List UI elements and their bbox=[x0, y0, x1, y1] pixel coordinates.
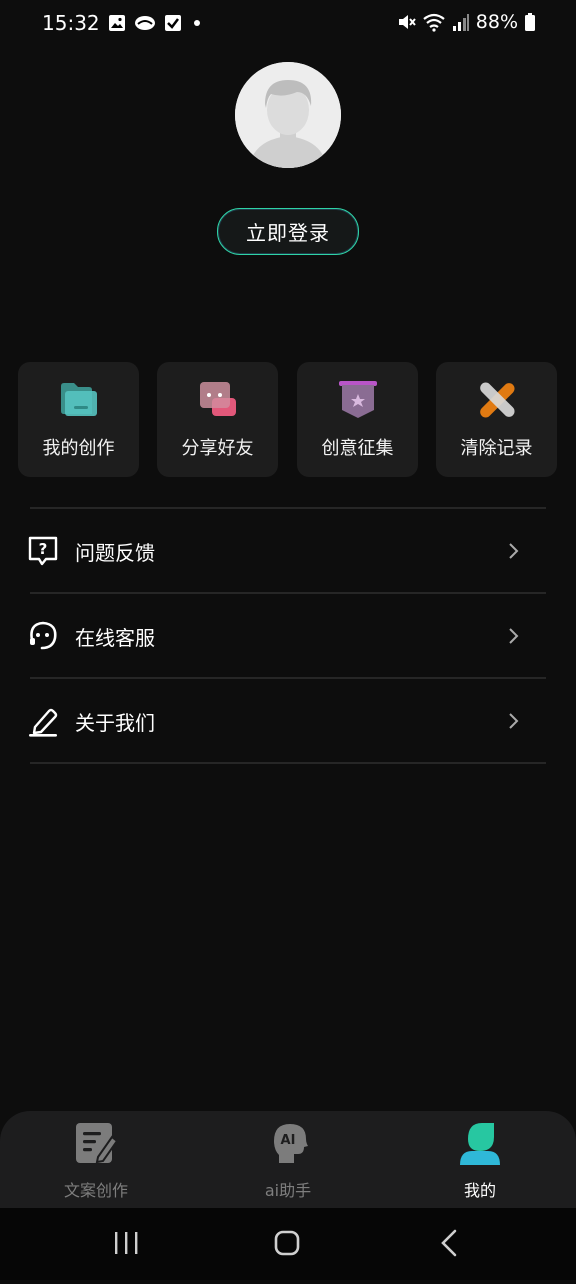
feedback-icon: ? bbox=[28, 536, 58, 566]
eraser-icon bbox=[480, 382, 515, 418]
chat-bubble-icon bbox=[200, 382, 236, 416]
recents-icon bbox=[115, 1232, 138, 1254]
customer-service-icon bbox=[30, 621, 57, 650]
quick-action-label: 清除记录 bbox=[460, 438, 533, 459]
default-avatar-icon bbox=[235, 62, 341, 168]
pen-icon bbox=[29, 708, 58, 737]
system-nav-bar bbox=[0, 1208, 576, 1280]
settings-menu: ? 问题反馈 在线客服 关于我们 bbox=[28, 507, 546, 764]
checkbox-icon bbox=[164, 15, 181, 31]
divider bbox=[30, 762, 546, 764]
quick-action-label: 创意征集 bbox=[321, 438, 394, 459]
user-icon bbox=[460, 1123, 500, 1165]
back-button[interactable] bbox=[400, 1208, 500, 1280]
tab-label: 文案创作 bbox=[63, 1181, 128, 1200]
svg-text:?: ? bbox=[39, 540, 48, 558]
status-time: 15:32 bbox=[42, 11, 100, 35]
bottom-tab-bar: 文案创作 AI ai助手 我的 bbox=[0, 1111, 576, 1208]
tab-label: ai助手 bbox=[264, 1181, 312, 1200]
dot-icon bbox=[193, 20, 200, 26]
status-bar: 15:32 88% bbox=[0, 0, 576, 46]
write-icon bbox=[76, 1123, 118, 1164]
svg-text:AI: AI bbox=[281, 1133, 296, 1148]
battery-percent: 88% bbox=[475, 11, 518, 33]
quick-action-ideas[interactable]: 创意征集 bbox=[297, 362, 418, 477]
chevron-right-icon bbox=[509, 543, 519, 559]
back-icon bbox=[441, 1229, 457, 1257]
tab-mine[interactable]: 我的 bbox=[384, 1111, 576, 1208]
quick-actions: 我的创作 分享好友 创意征集 清除记录 bbox=[18, 362, 558, 477]
menu-item-customer-service[interactable]: 在线客服 bbox=[30, 594, 546, 677]
quick-action-my-works[interactable]: 我的创作 bbox=[18, 362, 139, 477]
wifi-icon bbox=[423, 13, 445, 32]
quick-action-label: 分享好友 bbox=[181, 438, 254, 459]
login-button[interactable]: 立即登录 bbox=[217, 208, 359, 255]
menu-item-label: 关于我们 bbox=[75, 711, 155, 735]
avatar[interactable] bbox=[235, 62, 341, 168]
chevron-right-icon bbox=[509, 713, 519, 729]
home-button[interactable] bbox=[238, 1208, 338, 1280]
battery-icon bbox=[525, 13, 535, 31]
tab-ai-assistant[interactable]: AI ai助手 bbox=[192, 1111, 384, 1208]
ai-head-icon: AI bbox=[274, 1124, 308, 1163]
folder-icon bbox=[61, 383, 97, 416]
home-icon bbox=[274, 1230, 300, 1256]
menu-item-label: 问题反馈 bbox=[75, 541, 155, 565]
image-icon bbox=[108, 15, 125, 31]
menu-item-about[interactable]: 关于我们 bbox=[29, 679, 546, 762]
cloud-icon bbox=[134, 16, 155, 30]
menu-item-label: 在线客服 bbox=[75, 626, 155, 650]
signal-icon bbox=[452, 14, 469, 31]
quick-action-clear[interactable]: 清除记录 bbox=[436, 362, 557, 477]
chevron-right-icon bbox=[509, 628, 519, 644]
recents-button[interactable] bbox=[76, 1208, 176, 1280]
quick-action-share[interactable]: 分享好友 bbox=[157, 362, 278, 477]
tab-label: 我的 bbox=[463, 1181, 496, 1200]
quick-action-label: 我的创作 bbox=[42, 438, 115, 459]
login-button-label: 立即登录 bbox=[246, 221, 330, 245]
mute-icon bbox=[398, 15, 416, 29]
tab-write[interactable]: 文案创作 bbox=[0, 1111, 192, 1208]
ribbon-badge-icon bbox=[339, 381, 377, 418]
menu-item-feedback[interactable]: ? 问题反馈 bbox=[28, 509, 546, 592]
